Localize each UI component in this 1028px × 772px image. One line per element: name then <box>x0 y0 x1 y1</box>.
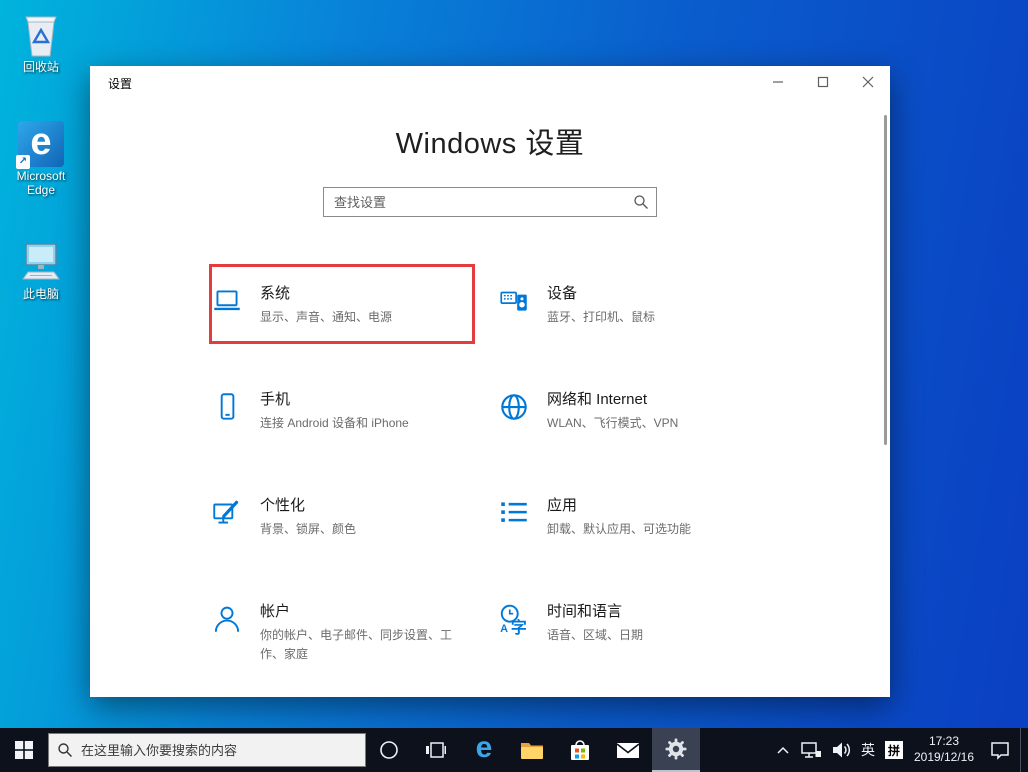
this-pc-icon <box>18 235 64 285</box>
action-center-button[interactable] <box>980 728 1020 772</box>
settings-search-input[interactable] <box>323 187 657 217</box>
category-subtitle: 连接 Android 设备和 iPhone <box>260 416 409 430</box>
category-title: 帐户 <box>260 603 291 620</box>
phone-icon <box>220 393 235 420</box>
category-title: 时间和语言 <box>547 603 623 620</box>
task-view-icon <box>426 742 446 758</box>
desktop-icon-label: 此电脑 <box>22 287 59 302</box>
desktop-icon-label: 回收站 <box>22 60 59 74</box>
shortcut-arrow-icon: ↗ <box>16 154 30 169</box>
desktop-icon-microsoft-edge[interactable]: e ↗ Microsoft Edge <box>0 117 82 198</box>
cortana-icon <box>380 741 398 759</box>
search-icon <box>634 195 648 209</box>
category-title: 设备 <box>547 285 578 302</box>
clock-date: 2019/12/16 <box>913 750 975 764</box>
clock[interactable]: 17:23 2019/12/16 <box>908 728 980 772</box>
chevron-up-icon <box>777 746 789 754</box>
edge-icon: e <box>475 731 493 764</box>
settings-category-devices[interactable]: 设备 蓝牙、打印机、鼠标 <box>497 278 772 384</box>
page-title: Windows 设置 <box>395 128 585 160</box>
taskbar-search-box[interactable] <box>48 733 366 767</box>
category-title: 网络和 Internet <box>547 391 648 408</box>
microsoft-store-button[interactable] <box>556 728 604 772</box>
category-subtitle: 蓝牙、打印机、鼠标 <box>547 310 656 324</box>
recycle-bin-icon <box>19 8 63 58</box>
maximize-button[interactable] <box>800 66 845 98</box>
laptop-icon <box>214 290 240 311</box>
speaker-icon <box>833 742 851 758</box>
apps-list-icon <box>501 502 527 522</box>
clock-time: 17:23 <box>928 734 960 749</box>
folder-icon <box>521 743 543 759</box>
system-tray: 英 拼 17:23 2019/12/16 <box>770 728 1028 772</box>
settings-category-system[interactable]: 系统 显示、声音、通知、电源 <box>210 278 497 384</box>
settings-category-phone[interactable]: 手机 连接 Android 设备和 iPhone <box>210 384 497 490</box>
account-icon <box>214 606 240 632</box>
category-subtitle: 显示、声音、通知、电源 <box>260 310 393 324</box>
globe-icon <box>501 394 527 420</box>
taskbar-edge-button[interactable]: e <box>460 728 508 772</box>
close-icon <box>862 76 873 88</box>
maximize-icon <box>817 76 828 88</box>
task-view-button[interactable] <box>412 728 460 772</box>
category-title: 应用 <box>547 497 578 514</box>
category-title: 手机 <box>260 391 291 408</box>
desktop-icon-label: Microsoft Edge <box>16 168 66 197</box>
taskbar-settings-button[interactable] <box>652 728 700 772</box>
network-tray-button[interactable] <box>796 728 826 772</box>
desktop-icon-column: 回收站 e ↗ Microsoft Edge 此电脑 <box>0 4 82 302</box>
category-subtitle: 语音、区域、日期 <box>547 628 644 642</box>
window-scrollbar[interactable] <box>884 115 887 445</box>
pinyin-ime-icon: 拼 <box>885 741 903 759</box>
ime-mode-indicator[interactable]: 拼 <box>880 728 908 772</box>
category-title: 系统 <box>260 285 291 302</box>
settings-category-apps[interactable]: 应用 卸载、默认应用、可选功能 <box>497 490 772 596</box>
store-icon <box>571 740 589 760</box>
svg-text:字: 字 <box>511 618 527 636</box>
settings-category-time-language[interactable]: A 字 时间和语言 语音、区域、日期 <box>497 596 772 702</box>
settings-category-network[interactable]: 网络和 Internet WLAN、飞行模式、VPN <box>497 384 772 490</box>
category-subtitle: 卸载、默认应用、可选功能 <box>547 522 692 536</box>
file-explorer-button[interactable] <box>508 728 556 772</box>
window-title: 设置 <box>108 77 133 91</box>
minimize-button[interactable] <box>755 66 800 98</box>
minimize-icon <box>772 81 783 83</box>
time-language-icon: A 字 <box>500 604 527 636</box>
category-title: 个性化 <box>260 497 306 514</box>
category-subtitle: WLAN、飞行模式、VPN <box>547 416 679 430</box>
settings-category-accounts[interactable]: 帐户 你的帐户、电子邮件、同步设置、工作、家庭 <box>210 596 497 702</box>
settings-search <box>323 187 657 217</box>
mail-button[interactable] <box>604 728 652 772</box>
category-subtitle: 背景、锁屏、颜色 <box>260 522 357 536</box>
mail-icon <box>616 743 640 758</box>
svg-text:A: A <box>500 623 508 635</box>
show-desktop-button[interactable] <box>1020 728 1028 772</box>
devices-icon <box>500 291 527 311</box>
start-button[interactable] <box>0 728 48 772</box>
desktop-icon-this-pc[interactable]: 此电脑 <box>0 235 82 302</box>
ethernet-icon <box>801 742 821 758</box>
category-subtitle: 你的帐户、电子邮件、同步设置、工作、家庭 <box>260 628 453 661</box>
search-icon <box>58 743 72 757</box>
show-hidden-icons-button[interactable] <box>770 728 796 772</box>
settings-category-grid: 系统 显示、声音、通知、电源 设备 蓝牙、打印机、鼠标 手机 连接 Androi… <box>210 278 772 702</box>
edge-icon: e ↗ <box>16 117 64 169</box>
taskbar-search-input[interactable] <box>81 742 341 758</box>
settings-category-personalization[interactable]: 个性化 背景、锁屏、颜色 <box>210 490 497 596</box>
action-center-icon <box>991 742 1009 760</box>
close-button[interactable] <box>845 66 890 98</box>
gear-icon <box>665 738 687 760</box>
ime-language-indicator[interactable]: 英 <box>856 728 880 772</box>
window-caption-buttons <box>755 66 890 98</box>
cortana-button[interactable] <box>366 728 412 772</box>
desktop-icon-recycle-bin[interactable]: 回收站 <box>0 8 82 75</box>
settings-window: 设置 Windows 设置 系统 显示、声音、通知、 <box>90 66 890 697</box>
windows-logo-icon <box>15 741 33 759</box>
taskbar: e <box>0 728 1028 772</box>
volume-tray-button[interactable] <box>826 728 856 772</box>
personalization-icon <box>213 500 239 524</box>
